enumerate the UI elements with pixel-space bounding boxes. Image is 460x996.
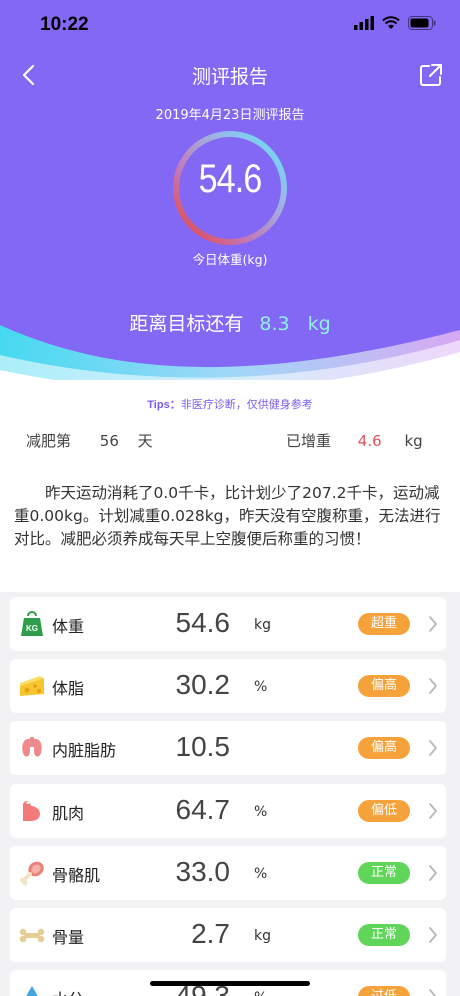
metric-name: 肌肉 [52, 803, 85, 823]
chevron-right-icon [429, 927, 437, 943]
status-badge: 超重 [358, 613, 410, 635]
metric-unit: kg [254, 928, 271, 944]
metric-unit: % [254, 990, 267, 996]
status-time: 10:22 [40, 14, 89, 35]
report-date: 2019年4月23日测评报告 [155, 108, 305, 123]
metric-value: 33.0 [175, 855, 231, 887]
summary-text: 昨天运动消耗了0.0千卡，比计划少了207.2千卡，运动减重0.00kg。计划减… [14, 484, 441, 548]
tips-prefix: Tips： [147, 399, 181, 411]
chevron-right-icon [429, 989, 437, 996]
target-distance: 距离目标还有 8.3 kg [0, 309, 460, 336]
chevron-right-icon [429, 616, 437, 632]
metric-name: 骨量 [52, 928, 85, 947]
metric-row[interactable]: KG 体重 54.6 kg 超重 [10, 597, 446, 651]
target-label: 距离目标还有 [129, 313, 244, 335]
days-suffix: 天 [137, 432, 153, 450]
metric-unit: % [254, 803, 268, 820]
metric-row[interactable]: 肌肉 64.7% 偏低 [10, 783, 446, 838]
status-badge: 正常 [358, 861, 410, 884]
weight-kg-icon: KG [18, 610, 46, 638]
metric-value: 64.7 [175, 793, 231, 825]
meat-bone-icon [18, 859, 46, 887]
gain-label: 已增重 [286, 432, 332, 450]
signal-icon [354, 16, 374, 30]
page-title: 测评报告 [191, 66, 268, 88]
gain-value: 4.6 [357, 432, 382, 450]
target-unit: kg [307, 313, 331, 335]
wifi-icon [382, 16, 400, 29]
metric-row[interactable]: 体脂 30.2% 偏高 [10, 659, 446, 714]
header-panel: 10:22 测评报告 2019年4月23日测评报告 54.6 今日体重(kg) … [0, 0, 460, 390]
home-indicator[interactable] [150, 981, 310, 986]
metric-row[interactable]: 骨骼肌 33.0% 正常 [10, 845, 446, 900]
status-badge: 过低 [358, 986, 410, 996]
metric-row[interactable]: 骨量 2.7 kg 正常 [10, 908, 446, 962]
metric-value: 2.7 [191, 918, 230, 949]
metric-name: 水分 [52, 986, 84, 996]
metric-name: 体脂 [52, 679, 85, 699]
fat-cheese-icon [18, 672, 46, 700]
status-bar: 10:22 [0, 0, 460, 50]
metric-name: 内脏脂肪 [52, 741, 117, 761]
status-badge: 偏低 [358, 799, 410, 822]
weight-gain: 已增重 4.6 kg [286, 430, 423, 451]
metric-row[interactable]: 内脏脂肪 10.5 偏高 [10, 721, 446, 776]
water-drop-icon [18, 983, 46, 996]
chevron-right-icon [429, 678, 437, 695]
weight-label: 今日体重(kg) [192, 252, 268, 267]
metric-value: 10.5 [175, 731, 231, 763]
share-icon[interactable] [414, 58, 448, 92]
svg-text:KG: KG [26, 624, 38, 633]
organ-icon [18, 734, 46, 762]
target-value: 8.3 [259, 313, 290, 335]
tips-note: Tips：非医疗诊断，仅供健身参考 [0, 396, 460, 412]
weight-value: 54.6 [198, 157, 263, 201]
chevron-right-icon [429, 864, 437, 881]
metric-unit: kg [254, 617, 271, 633]
battery-icon [408, 16, 436, 30]
metric-name: 骨骼肌 [52, 865, 101, 885]
status-badge: 偏高 [358, 675, 410, 698]
status-badge: 正常 [358, 924, 410, 946]
status-badge: 偏高 [358, 737, 410, 760]
tips-text: 非医疗诊断，仅供健身参考 [180, 398, 313, 411]
days-count: 56 [99, 432, 119, 450]
days-prefix: 减肥第 [26, 432, 72, 450]
muscle-arm-icon [18, 797, 46, 825]
gain-unit: kg [404, 432, 423, 450]
metric-unit: % [254, 865, 268, 882]
metric-value: 30.2 [175, 669, 231, 701]
chevron-right-icon [429, 802, 437, 819]
bone-icon [18, 921, 46, 949]
metric-name: 体重 [52, 617, 85, 636]
metric-value: 54.6 [175, 607, 231, 638]
report-page: 10:22 测评报告 2019年4月23日测评报告 54.6 今日体重(kg) … [0, 0, 460, 996]
metric-unit: % [254, 679, 268, 696]
chevron-right-icon [429, 740, 437, 757]
status-icons [354, 16, 436, 30]
diet-days: 减肥第 56 天 [26, 430, 153, 451]
